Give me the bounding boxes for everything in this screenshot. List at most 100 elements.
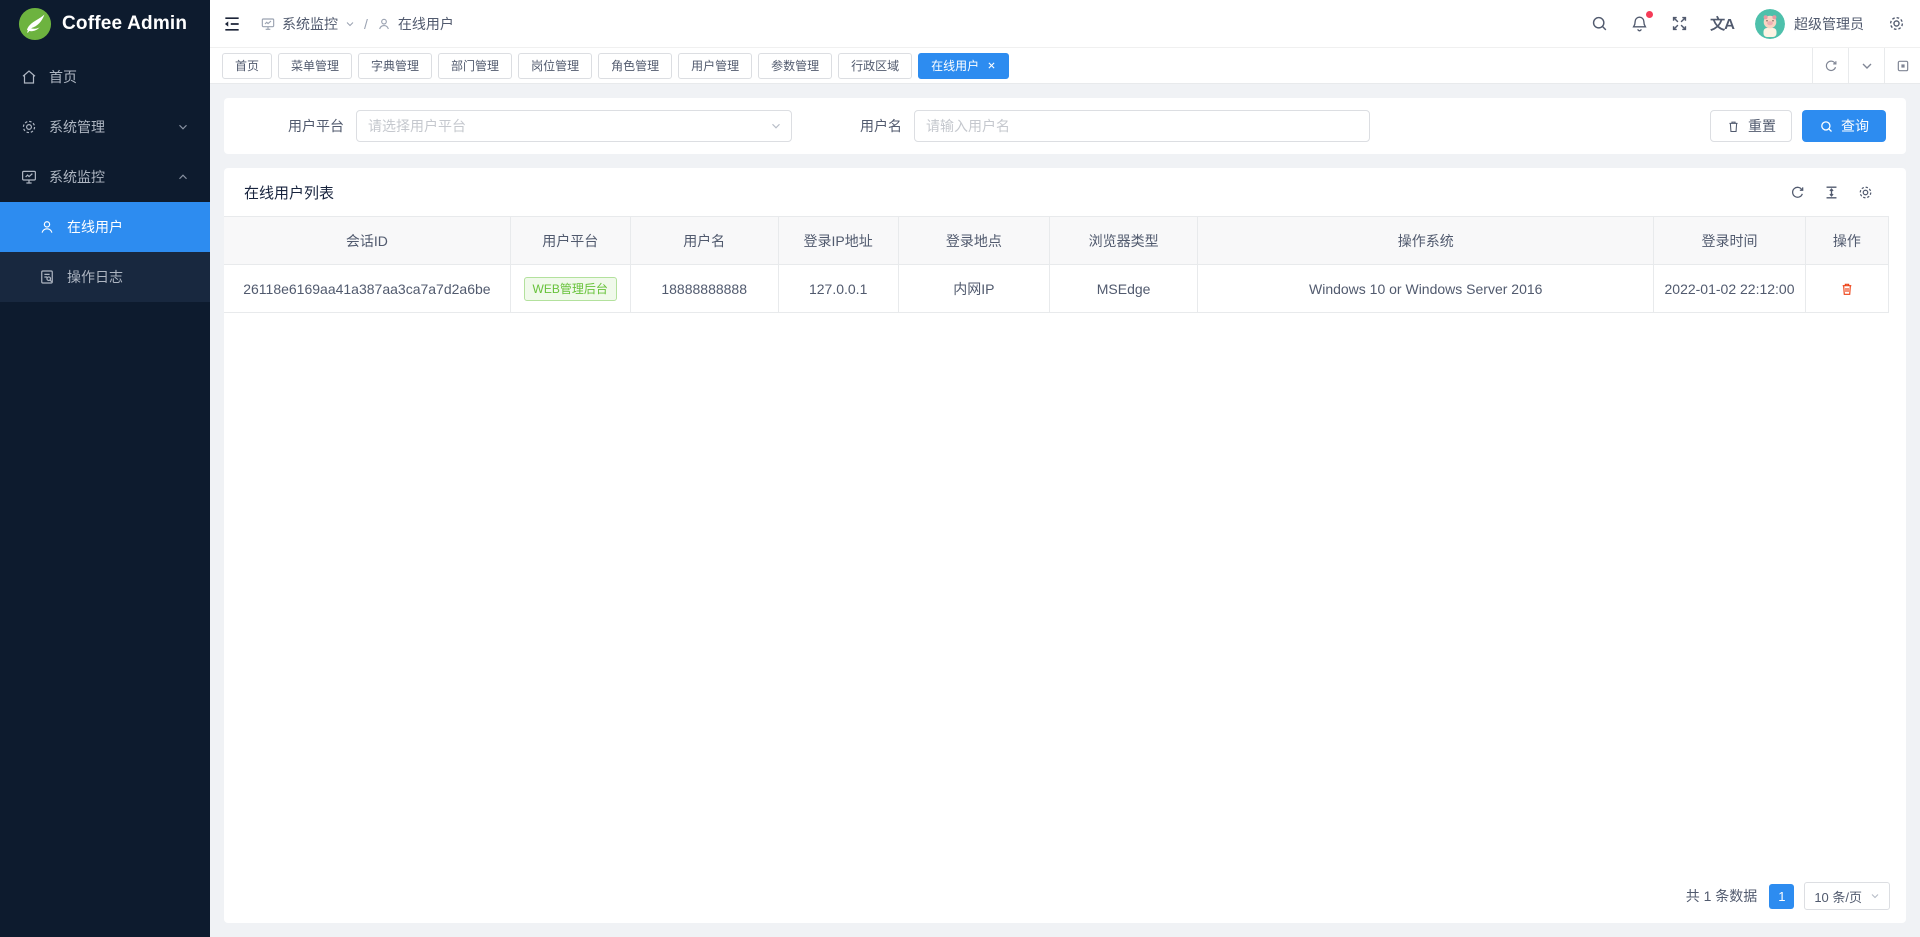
sidebar-item-label: 操作日志 (67, 267, 123, 287)
chevron-up-icon (176, 170, 190, 184)
online-users-table: 会话ID 用户平台 用户名 登录IP地址 登录地点 浏览器类型 操作系统 登录时… (224, 216, 1889, 313)
monitor-icon (260, 16, 276, 32)
row-density-icon[interactable] (1823, 184, 1840, 201)
refresh-tabs-icon[interactable] (1812, 48, 1848, 84)
tab-online-users[interactable]: 在线用户 (918, 53, 1009, 79)
breadcrumb-separator: / (364, 16, 368, 32)
online-users-card: 在线用户列表 (224, 168, 1906, 923)
top-header: 系统监控 / 在线用户 (210, 0, 1920, 48)
breadcrumb-parent[interactable]: 系统监控 (260, 14, 356, 34)
tabs-dropdown-icon[interactable] (1848, 48, 1884, 84)
cell-browser: MSEdge (1050, 265, 1198, 313)
user-name: 超级管理员 (1794, 14, 1864, 34)
notification-badge (1646, 11, 1653, 18)
trash-icon (1726, 119, 1741, 134)
table-row: 26118e6169aa41a387aa3ca7a7d2a6be WEB管理后台… (224, 265, 1889, 313)
breadcrumb-current-label: 在线用户 (398, 14, 454, 34)
cell-location: 内网IP (898, 265, 1049, 313)
cell-session-id: 26118e6169aa41a387aa3ca7a7d2a6be (224, 265, 510, 313)
sidebar-item-operation-logs[interactable]: 操作日志 (0, 252, 210, 302)
chevron-down-icon (1869, 890, 1881, 902)
col-ip: 登录IP地址 (778, 217, 898, 265)
avatar (1755, 9, 1785, 39)
tab-post-management[interactable]: 岗位管理 (518, 53, 592, 79)
platform-tag: WEB管理后台 (524, 277, 617, 301)
main-area: 系统监控 / 在线用户 (210, 0, 1920, 937)
user-menu[interactable]: 超级管理员 (1755, 9, 1864, 39)
pagination-total: 共 1 条数据 (1686, 886, 1758, 906)
monitor-icon (20, 168, 38, 186)
card-header: 在线用户列表 (224, 168, 1906, 216)
cell-login-time: 2022-01-02 22:12:00 (1654, 265, 1805, 313)
maximize-content-icon[interactable] (1884, 48, 1920, 84)
open-tabs: 首页 菜单管理 字典管理 部门管理 岗位管理 角色管理 用户管理 参数管理 行政… (222, 53, 1812, 79)
platform-select[interactable] (356, 110, 792, 142)
reset-button[interactable]: 重置 (1710, 110, 1792, 142)
sidebar-collapse-icon[interactable] (222, 14, 242, 34)
sidebar-item-label: 系统监控 (49, 167, 105, 187)
sidebar-item-online-users[interactable]: 在线用户 (0, 202, 210, 252)
tab-controls (1812, 48, 1920, 84)
reset-button-label: 重置 (1748, 116, 1776, 136)
username-input[interactable] (914, 110, 1370, 142)
col-platform: 用户平台 (510, 217, 630, 265)
sidebar-item-system-monitoring[interactable]: 系统监控 (0, 152, 210, 202)
tab-user-management[interactable]: 用户管理 (678, 53, 752, 79)
pagination-page-1[interactable]: 1 (1769, 884, 1794, 909)
translate-icon[interactable]: 文A (1710, 13, 1734, 34)
sidebar-item-label: 系统管理 (49, 117, 105, 137)
app-logo[interactable]: Coffee Admin (0, 0, 210, 48)
sidebar-item-home[interactable]: 首页 (0, 52, 210, 102)
username-label: 用户名 (860, 116, 902, 136)
tab-menu-management[interactable]: 菜单管理 (278, 53, 352, 79)
gear-icon[interactable] (1887, 14, 1906, 33)
page-size-select[interactable]: 10 条/页 (1804, 882, 1890, 910)
fullscreen-icon[interactable] (1670, 14, 1689, 33)
home-icon (20, 68, 38, 86)
refresh-table-icon[interactable] (1789, 184, 1806, 201)
query-button-label: 查询 (1841, 116, 1869, 136)
tab-label: 在线用户 (931, 57, 979, 74)
cell-ip: 127.0.0.1 (778, 265, 898, 313)
gear-icon (20, 118, 38, 136)
filter-card: 用户平台 用户名 重置 查询 (224, 98, 1906, 154)
header-actions: 文A 超级管理员 (1590, 9, 1906, 39)
tab-dict-management[interactable]: 字典管理 (358, 53, 432, 79)
tab-admin-region[interactable]: 行政区域 (838, 53, 912, 79)
search-icon[interactable] (1590, 14, 1609, 33)
table-container: 会话ID 用户平台 用户名 登录IP地址 登录地点 浏览器类型 操作系统 登录时… (224, 216, 1906, 313)
query-button[interactable]: 查询 (1802, 110, 1886, 142)
col-actions: 操作 (1805, 217, 1888, 265)
col-login-time: 登录时间 (1654, 217, 1805, 265)
log-document-icon (38, 268, 56, 286)
table-empty-space (224, 313, 1906, 882)
person-icon (38, 218, 56, 236)
col-os: 操作系统 (1198, 217, 1654, 265)
sidebar: Coffee Admin 首页 系统管理 系统监控 (0, 0, 210, 937)
sidebar-item-label: 首页 (49, 67, 77, 87)
tab-bar: 首页 菜单管理 字典管理 部门管理 岗位管理 角色管理 用户管理 参数管理 行政… (210, 48, 1920, 84)
notifications-bell-icon[interactable] (1630, 14, 1649, 33)
search-icon (1819, 119, 1834, 134)
page-content: 用户平台 用户名 重置 查询 在线用户列表 (210, 84, 1920, 937)
tab-close-icon[interactable] (987, 61, 996, 70)
breadcrumb-parent-label: 系统监控 (282, 14, 338, 34)
sidebar-item-system-management[interactable]: 系统管理 (0, 102, 210, 152)
col-location: 登录地点 (898, 217, 1049, 265)
app-title: Coffee Admin (62, 13, 187, 35)
tab-role-management[interactable]: 角色管理 (598, 53, 672, 79)
chevron-down-icon (344, 18, 356, 30)
sidebar-item-label: 在线用户 (67, 217, 123, 237)
chevron-down-icon (176, 120, 190, 134)
delete-session-trash-icon[interactable] (1839, 281, 1855, 297)
cell-actions (1805, 265, 1888, 313)
tab-home[interactable]: 首页 (222, 53, 272, 79)
tab-dept-management[interactable]: 部门管理 (438, 53, 512, 79)
column-settings-gear-icon[interactable] (1857, 184, 1874, 201)
pagination: 共 1 条数据 1 10 条/页 (224, 882, 1906, 923)
platform-select-input[interactable] (356, 110, 792, 142)
cell-platform: WEB管理后台 (510, 265, 630, 313)
tab-param-management[interactable]: 参数管理 (758, 53, 832, 79)
sidebar-submenu-monitoring: 在线用户 操作日志 (0, 202, 210, 302)
page-size-value: 10 条/页 (1814, 887, 1862, 906)
